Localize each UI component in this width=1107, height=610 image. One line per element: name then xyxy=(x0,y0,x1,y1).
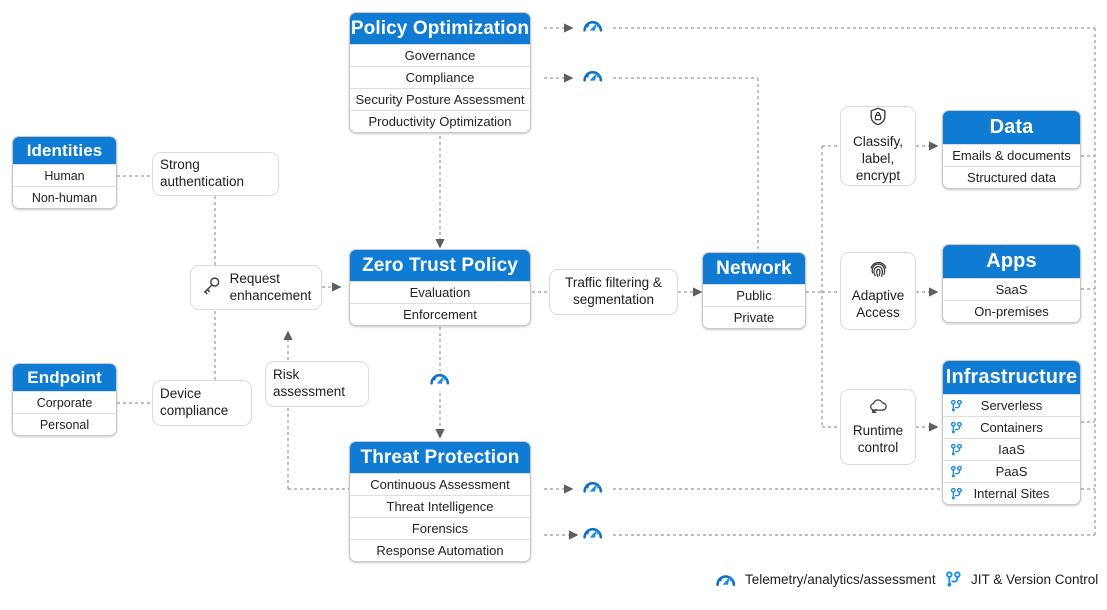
pillar-row[interactable]: Internal Sites xyxy=(943,482,1080,504)
note-label: Request enhancement xyxy=(229,270,312,303)
pillar-row[interactable]: Forensics xyxy=(350,517,530,539)
note-strong-authentication[interactable]: Strong authentication xyxy=(152,152,279,196)
note-adaptive-access[interactable]: Adaptive Access xyxy=(840,252,916,330)
pillar-row[interactable]: Governance xyxy=(350,44,530,66)
jit-version-control-icon xyxy=(946,571,961,587)
pillar-row-label: Internal Sites xyxy=(973,486,1050,501)
pillar-row[interactable]: Corporate xyxy=(13,391,116,413)
jit-version-control-icon xyxy=(950,443,962,455)
note-label: Runtime control xyxy=(852,423,904,455)
pillar-row[interactable]: Private xyxy=(703,306,805,328)
pillar-card-network[interactable]: Network Public Private xyxy=(702,252,806,329)
pillar-row-label: IaaS xyxy=(998,442,1025,457)
pillar-card-threat-protection[interactable]: Threat Protection Continuous Assessment … xyxy=(349,441,531,562)
pillar-row[interactable]: Structured data xyxy=(943,166,1080,188)
pillar-row[interactable]: IaaS xyxy=(943,438,1080,460)
note-label: Strong authentication xyxy=(160,157,245,189)
pillar-card-apps[interactable]: Apps SaaS On-premises xyxy=(942,244,1081,323)
note-label: Device compliance xyxy=(160,386,229,418)
note-label: Risk assessment xyxy=(273,367,346,399)
cloud-control-icon xyxy=(868,397,889,419)
pillar-header-network: Network xyxy=(703,253,805,284)
note-traffic-filtering[interactable]: Traffic filtering & segmentation xyxy=(549,269,678,315)
pillar-card-endpoint[interactable]: Endpoint Corporate Personal xyxy=(12,363,117,436)
pillar-header-infrastructure: Infrastructure xyxy=(943,361,1080,394)
zero-trust-diagram: Identities Human Non-human Endpoint Corp… xyxy=(0,0,1107,610)
fingerprint-icon xyxy=(869,260,888,284)
pillar-row[interactable]: PaaS xyxy=(943,460,1080,482)
pillar-row[interactable]: Response Automation xyxy=(350,539,530,561)
pillar-row[interactable]: Security Posture Assessment xyxy=(350,88,530,110)
note-classify-label-encrypt[interactable]: Classify, label, encrypt xyxy=(840,106,916,186)
pillar-row[interactable]: SaaS xyxy=(943,278,1080,300)
pillar-card-zero-trust-policy[interactable]: Zero Trust Policy Evaluation Enforcement xyxy=(349,249,531,326)
jit-version-control-icon xyxy=(950,421,962,433)
pillar-row-label: Containers xyxy=(980,420,1043,435)
pillar-row[interactable]: Evaluation xyxy=(350,281,530,303)
note-device-compliance[interactable]: Device compliance xyxy=(152,380,252,426)
jit-version-control-icon xyxy=(950,487,962,499)
pillar-card-policy-optimization[interactable]: Policy Optimization Governance Complianc… xyxy=(349,12,531,133)
pillar-row[interactable]: Containers xyxy=(943,416,1080,438)
pillar-card-data[interactable]: Data Emails & documents Structured data xyxy=(942,110,1081,189)
pillar-row-label: Serverless xyxy=(980,398,1043,413)
pillar-row-label: PaaS xyxy=(995,464,1028,479)
pillar-row[interactable]: Personal xyxy=(13,413,116,435)
note-label: Adaptive Access xyxy=(851,288,905,320)
pillar-row[interactable]: On-premises xyxy=(943,300,1080,322)
pillar-header-zero-trust-policy: Zero Trust Policy xyxy=(350,250,530,281)
note-label: Classify, label, encrypt xyxy=(852,134,903,183)
pillar-row[interactable]: Serverless xyxy=(943,394,1080,416)
pillar-header-identities: Identities xyxy=(13,137,116,164)
note-request-enhancement[interactable]: Request enhancement xyxy=(190,265,322,310)
pillar-row[interactable]: Emails & documents xyxy=(943,144,1080,166)
legend-item-telemetry: Telemetry/analytics/assessment xyxy=(716,571,936,588)
pillar-row[interactable]: Public xyxy=(703,284,805,306)
key-icon xyxy=(201,275,222,301)
pillar-header-threat-protection: Threat Protection xyxy=(350,442,530,473)
pillar-header-policy-optimization: Policy Optimization xyxy=(350,13,530,44)
shield-lock-icon xyxy=(869,107,887,131)
pillar-row[interactable]: Threat Intelligence xyxy=(350,495,530,517)
pillar-row[interactable]: Continuous Assessment xyxy=(350,473,530,495)
note-label: Traffic filtering & segmentation xyxy=(565,275,662,307)
legend-label: JIT & Version Control xyxy=(971,572,1099,587)
note-risk-assessment[interactable]: Risk assessment xyxy=(265,361,369,407)
pillar-header-apps: Apps xyxy=(943,245,1080,278)
pillar-card-identities[interactable]: Identities Human Non-human xyxy=(12,136,117,209)
jit-version-control-icon xyxy=(950,399,962,411)
pillar-row[interactable]: Compliance xyxy=(350,66,530,88)
telemetry-gauge-icon xyxy=(716,575,736,586)
legend-label: Telemetry/analytics/assessment xyxy=(745,572,936,587)
pillar-row[interactable]: Non-human xyxy=(13,186,116,208)
note-runtime-control[interactable]: Runtime control xyxy=(840,389,916,465)
pillar-row[interactable]: Enforcement xyxy=(350,303,530,325)
pillar-card-infrastructure[interactable]: Infrastructure Serverless Containers Iaa… xyxy=(942,360,1081,505)
legend-item-jit: JIT & Version Control xyxy=(945,571,1098,588)
pillar-header-endpoint: Endpoint xyxy=(13,364,116,391)
pillar-row[interactable]: Productivity Optimization xyxy=(350,110,530,132)
jit-version-control-icon xyxy=(950,465,962,477)
pillar-row[interactable]: Human xyxy=(13,164,116,186)
pillar-header-data: Data xyxy=(943,111,1080,144)
